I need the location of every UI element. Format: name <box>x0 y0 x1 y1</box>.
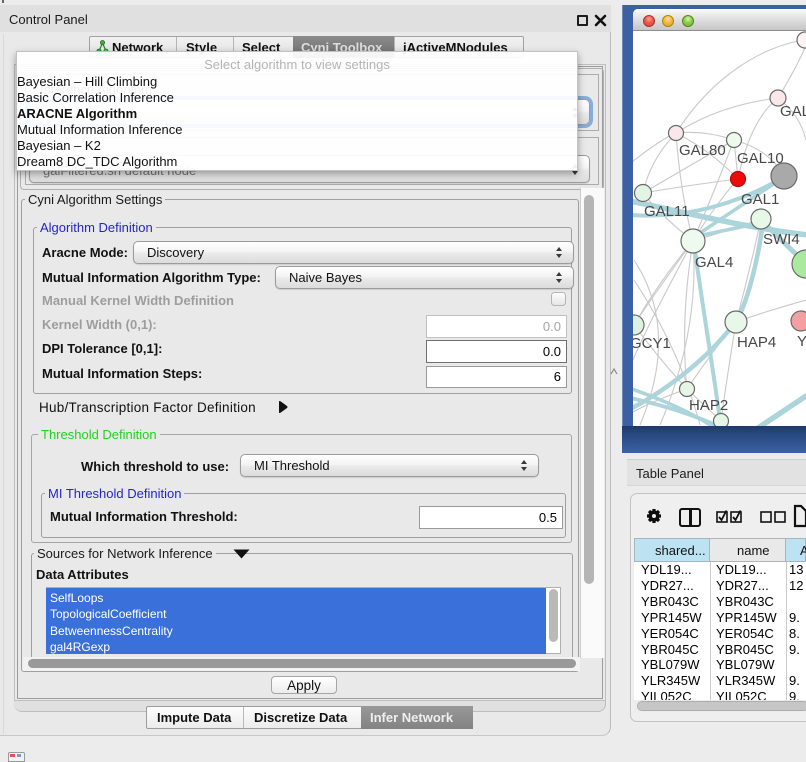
svg-text:GCY1: GCY1 <box>633 335 671 352</box>
svg-text:GAL1: GAL1 <box>741 191 779 208</box>
svg-text:Y: Y <box>797 333 806 350</box>
svg-text:GAL4: GAL4 <box>695 254 733 271</box>
svg-text:GAL11: GAL11 <box>644 203 690 220</box>
svg-text:GAL7: GAL7 <box>780 103 806 120</box>
svg-text:SWI4: SWI4 <box>763 231 800 248</box>
svg-text:GAL80: GAL80 <box>679 142 726 159</box>
svg-text:GAL10: GAL10 <box>737 150 784 167</box>
svg-text:HAP4: HAP4 <box>737 334 776 351</box>
svg-text:HAP2: HAP2 <box>689 397 728 414</box>
